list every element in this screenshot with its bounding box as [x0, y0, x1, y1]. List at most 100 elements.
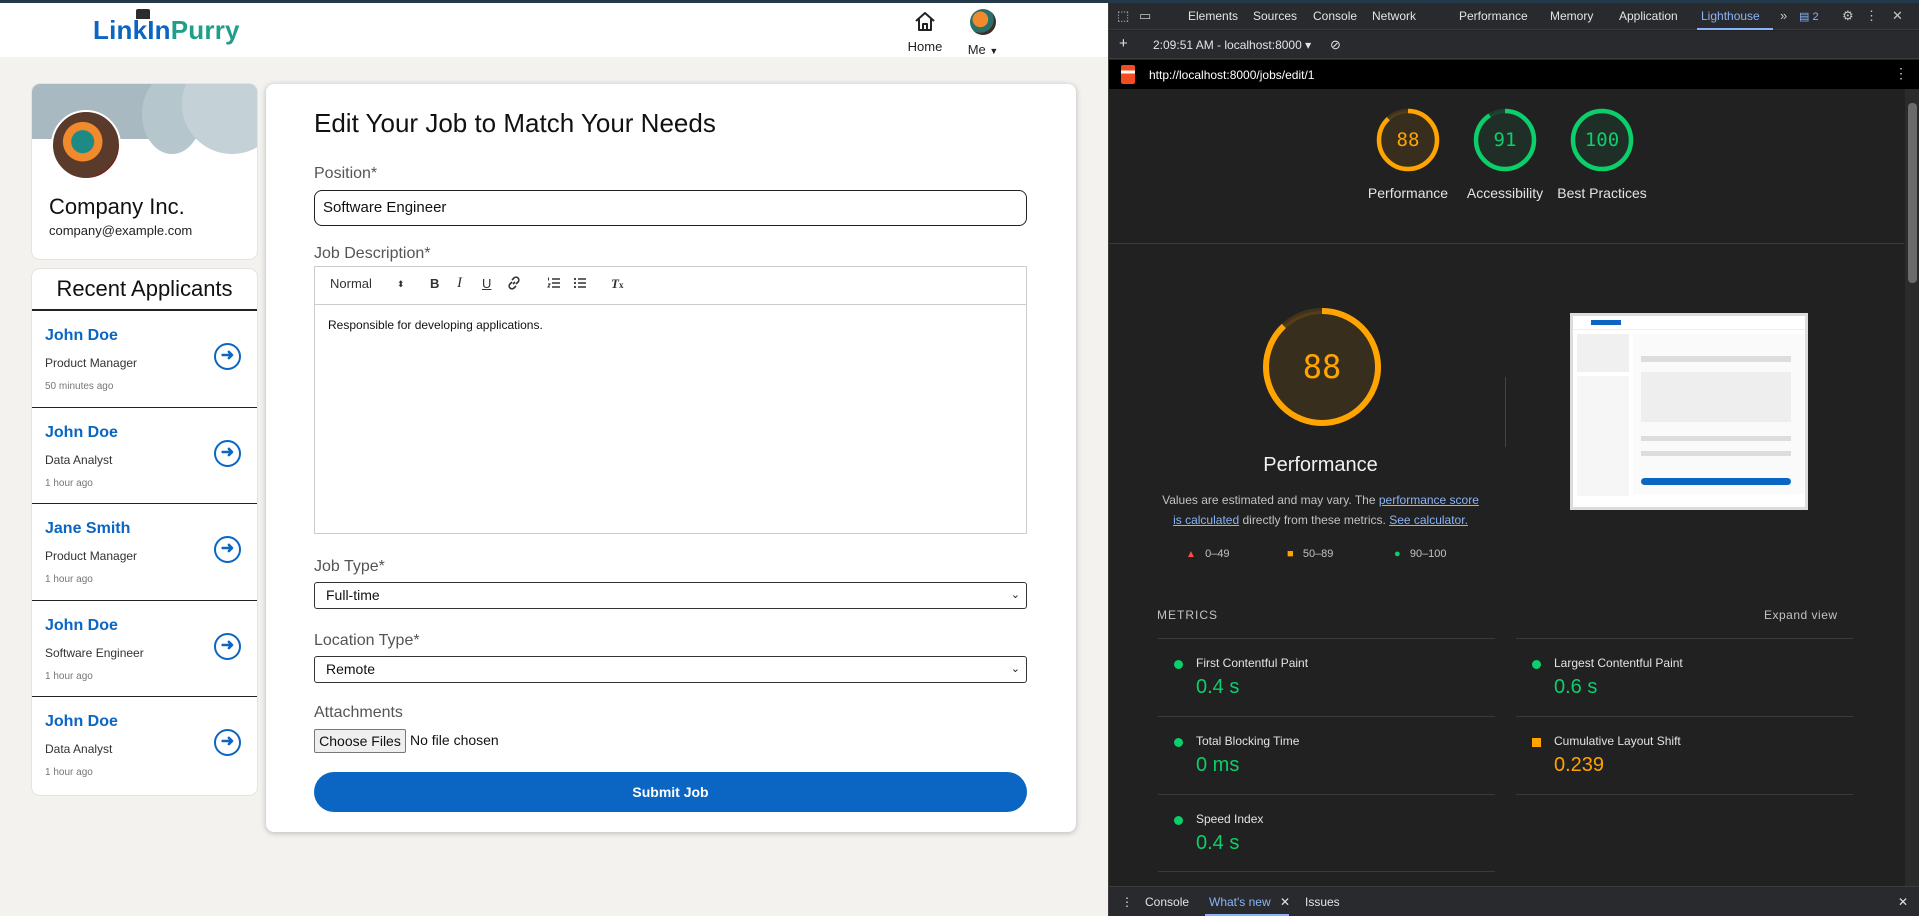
- pass-dot-icon: [1174, 738, 1183, 747]
- underline-icon[interactable]: U: [482, 276, 491, 291]
- pass-dot-icon: [1532, 660, 1541, 669]
- metric-first-contentful-paint: First Contentful Paint 0.4 s: [1158, 638, 1495, 716]
- applicant-role: Data Analyst: [45, 452, 113, 467]
- gear-icon[interactable]: ⚙: [1842, 8, 1854, 24]
- applicant-time: 1 hour ago: [45, 574, 93, 585]
- tab-console[interactable]: Console: [1313, 9, 1357, 23]
- issues-count: 2: [1812, 11, 1819, 23]
- tab-lighthouse[interactable]: Lighthouse: [1701, 9, 1760, 23]
- tab-application[interactable]: Application: [1619, 9, 1678, 23]
- score-gauge-accessibility[interactable]: 91: [1472, 107, 1538, 173]
- plus-icon[interactable]: +: [1119, 35, 1128, 52]
- submit-job-button[interactable]: Submit Job: [314, 772, 1027, 812]
- recent-applicants-title: Recent Applicants: [32, 269, 257, 311]
- drawer-tab-console[interactable]: Console: [1145, 895, 1189, 909]
- drawer-tab-whats-new[interactable]: What's new: [1209, 895, 1271, 909]
- applicant-name[interactable]: John Doe: [45, 617, 118, 635]
- scrollbar-thumb[interactable]: [1908, 103, 1917, 283]
- logo-text-part2: Purry: [170, 15, 240, 45]
- tab-performance[interactable]: Performance: [1459, 9, 1528, 23]
- divider: [1505, 377, 1506, 447]
- active-tab-underline: [1697, 28, 1773, 30]
- arrow-right-circle-icon[interactable]: ➜: [214, 536, 241, 563]
- inspect-element-icon[interactable]: ⬚: [1117, 8, 1129, 24]
- page-screenshot-thumbnail[interactable]: [1570, 313, 1808, 510]
- applicant-name[interactable]: John Doe: [45, 424, 118, 442]
- drawer-tab-issues[interactable]: Issues: [1305, 895, 1340, 909]
- link-icon[interactable]: [507, 276, 521, 293]
- bullet-list-icon[interactable]: [573, 276, 587, 293]
- applicant-item: John Doe Software Engineer 1 hour ago ➜: [32, 601, 257, 697]
- editor-content[interactable]: Responsible for developing applications.: [315, 305, 1026, 345]
- position-label: Position*: [314, 165, 378, 182]
- ordered-list-svg: [547, 277, 560, 288]
- tab-network[interactable]: Network: [1372, 9, 1416, 23]
- metric-name: Total Blocking Time: [1196, 734, 1300, 748]
- nav-me[interactable]: Me ▼: [958, 9, 1008, 57]
- chevron-down-icon: ⌄: [1010, 663, 1020, 675]
- profile-avatar[interactable]: [51, 110, 121, 180]
- devtools-tab-bar: ⬚ ▭ Elements Sources Console Network Per…: [1109, 3, 1919, 30]
- metric-name: Speed Index: [1196, 812, 1264, 826]
- job-description-editor: Normal ⬍ B I U Tx Responsible for develo…: [314, 266, 1027, 534]
- kebab-menu-icon[interactable]: ⋮: [1894, 65, 1908, 82]
- gauge-svg: 88: [1376, 108, 1440, 172]
- applicant-name[interactable]: John Doe: [45, 327, 118, 345]
- gauge-score: 88: [1397, 129, 1420, 151]
- position-input[interactable]: Software Engineer: [314, 190, 1027, 226]
- tab-elements[interactable]: Elements: [1188, 9, 1238, 23]
- see-calculator-link[interactable]: See calculator.: [1389, 513, 1468, 527]
- report-scrollbar[interactable]: [1905, 89, 1919, 886]
- location-type-select[interactable]: Remote ⌄: [314, 656, 1027, 683]
- arrow-right-circle-icon[interactable]: ➜: [214, 439, 241, 467]
- metric-value: 0.6 s: [1554, 676, 1598, 698]
- more-tabs-icon[interactable]: »: [1780, 8, 1787, 23]
- legend-pass: ● 90–100: [1394, 548, 1447, 560]
- issues-badge[interactable]: ▤ 2: [1799, 10, 1819, 23]
- job-description-label: Job Description*: [314, 245, 431, 262]
- thumb-profile: [1577, 334, 1629, 372]
- profile-card: Company Inc. company@example.com: [32, 84, 257, 259]
- applicant-time: 1 hour ago: [45, 670, 93, 682]
- close-icon[interactable]: ✕: [1280, 895, 1290, 909]
- nav-home-label: Home: [907, 39, 943, 54]
- applicant-name[interactable]: John Doe: [45, 713, 118, 731]
- pass-dot-icon: [1174, 816, 1183, 825]
- arrow-right-circle-icon[interactable]: ➜: [214, 343, 241, 370]
- metric-name: Cumulative Layout Shift: [1554, 734, 1681, 748]
- logo[interactable]: LinkInPurry: [93, 9, 240, 46]
- gauge-svg: 100: [1570, 108, 1634, 172]
- choose-files-button[interactable]: Choose Files: [314, 729, 406, 753]
- lighthouse-logo-icon: [1121, 65, 1135, 84]
- job-type-select[interactable]: Full-time ⌄: [314, 582, 1027, 609]
- report-url[interactable]: http://localhost:8000/jobs/edit/1: [1149, 68, 1314, 82]
- tab-memory[interactable]: Memory: [1550, 9, 1593, 23]
- expand-view-button[interactable]: Expand view: [1764, 608, 1838, 622]
- arrow-right-circle-icon[interactable]: ➜: [214, 632, 241, 660]
- clear-format-icon[interactable]: Tx: [611, 276, 623, 292]
- pass-dot-icon: [1174, 660, 1183, 669]
- web-app: LinkInPurry Home Me ▼ Company Inc. compa…: [0, 3, 1108, 916]
- thumb-field: [1641, 451, 1791, 456]
- bold-icon[interactable]: B: [430, 276, 439, 291]
- arrow-right-circle-icon[interactable]: ➜: [214, 729, 241, 756]
- ordered-list-icon[interactable]: [547, 276, 561, 293]
- score-gauge-best-practices[interactable]: 100: [1569, 107, 1635, 173]
- drawer-menu-icon[interactable]: ⋮: [1121, 895, 1133, 909]
- format-select[interactable]: Normal: [330, 276, 372, 291]
- score-gauge-performance[interactable]: 88: [1375, 107, 1441, 173]
- clear-icon[interactable]: ⊘: [1330, 37, 1341, 53]
- italic-icon[interactable]: I: [457, 275, 462, 292]
- metric-value: 0.4 s: [1196, 832, 1240, 854]
- close-icon[interactable]: ✕: [1898, 895, 1908, 909]
- report-selector[interactable]: 2:09:51 AM - localhost:8000 ▾: [1153, 38, 1311, 52]
- nav-home[interactable]: Home: [902, 11, 948, 54]
- device-toolbar-icon[interactable]: ▭: [1139, 8, 1151, 24]
- close-icon[interactable]: ✕: [1892, 8, 1903, 24]
- applicant-name[interactable]: Jane Smith: [45, 520, 130, 538]
- kebab-menu-icon[interactable]: ⋮: [1865, 8, 1878, 24]
- tab-sources[interactable]: Sources: [1253, 9, 1297, 23]
- legend-pass-label: 90–100: [1409, 548, 1447, 560]
- caret-down-icon: ▼: [989, 46, 999, 56]
- no-file-text: No file chosen: [410, 732, 499, 748]
